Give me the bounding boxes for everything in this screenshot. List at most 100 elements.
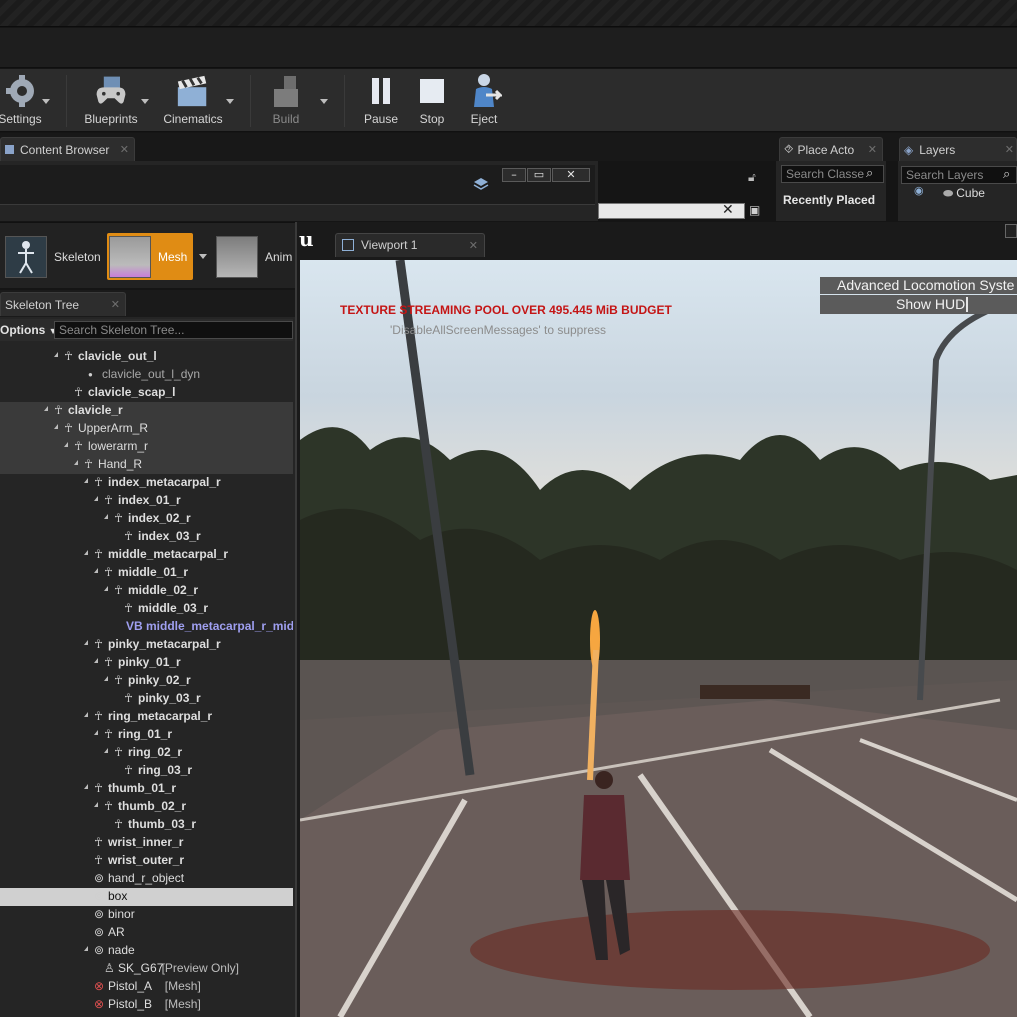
tree-row[interactable]: ⊚ box	[0, 888, 293, 906]
tree-row[interactable]: ● clavicle_out_l_dyn	[0, 366, 293, 384]
lock-icon[interactable]: 🔓︎	[748, 170, 756, 185]
expand-arrow-icon[interactable]	[94, 568, 98, 573]
tree-row[interactable]: ☥ ring_02_r	[0, 744, 293, 762]
tree-row[interactable]: ☥ middle_01_r	[0, 564, 293, 582]
tree-row[interactable]: ☥ UpperArm_R	[0, 420, 293, 438]
cube-layers-icon[interactable]	[473, 176, 489, 190]
tree-row[interactable]: ⊚ hand_r_object	[0, 870, 293, 888]
close-icon[interactable]: ✕	[111, 298, 120, 311]
tab-viewport[interactable]: Viewport 1 ✕	[335, 233, 485, 257]
tree-row[interactable]: ☥ Hand_R	[0, 456, 293, 474]
expand-arrow-icon[interactable]	[104, 514, 108, 519]
cinematics-dropdown-icon[interactable]	[226, 99, 234, 104]
tree-row[interactable]: ☥ clavicle_scap_l	[0, 384, 293, 402]
expand-arrow-icon[interactable]	[94, 658, 98, 663]
tree-row[interactable]: ⊚ binor	[0, 906, 293, 924]
tab-content-browser[interactable]: Content Browser ✕	[0, 137, 135, 161]
expand-arrow-icon[interactable]	[94, 496, 98, 501]
expand-arrow-icon[interactable]	[44, 406, 48, 411]
expand-arrow-icon[interactable]	[84, 478, 88, 483]
tree-row[interactable]: ☥ middle_02_r	[0, 582, 293, 600]
stop-button[interactable]: Stop	[410, 69, 454, 132]
clear-search-icon[interactable]: ✕	[722, 202, 734, 218]
tree-row[interactable]: ☥ index_01_r	[0, 492, 293, 510]
tab-skeleton-tree[interactable]: Skeleton Tree ✕	[0, 292, 126, 316]
expand-arrow-icon[interactable]	[54, 352, 58, 357]
show-hud-button[interactable]: Show HUD	[820, 295, 1017, 314]
tree-row[interactable]: ☥ pinky_metacarpal_r	[0, 636, 293, 654]
tree-row[interactable]: ☥ thumb_01_r	[0, 780, 293, 798]
pause-button[interactable]: Pause	[358, 69, 404, 132]
tree-row[interactable]: ☥ pinky_01_r	[0, 654, 293, 672]
animation-mode-button[interactable]: Anim	[214, 233, 298, 280]
tree-row[interactable]: ☥ ring_03_r	[0, 762, 293, 780]
tree-row[interactable]: ☥ ring_01_r	[0, 726, 293, 744]
game-viewport[interactable]: TEXTURE STREAMING POOL OVER 495.445 MiB …	[300, 260, 1017, 1017]
tree-row[interactable]: ☥ wrist_inner_r	[0, 834, 293, 852]
tree-row[interactable]: ☥ thumb_03_r	[0, 816, 293, 834]
expand-arrow-icon[interactable]	[74, 460, 78, 465]
close-icon[interactable]: ✕	[469, 239, 478, 252]
tree-row[interactable]: ☥ wrist_outer_r	[0, 852, 293, 870]
tree-row[interactable]: ⊚ AR	[0, 924, 293, 942]
expand-arrow-icon[interactable]	[104, 748, 108, 753]
options-dropdown[interactable]: Options ▼	[0, 323, 58, 337]
tab-place-actors[interactable]: ⯑ Place Acto ✕	[779, 137, 883, 161]
close-icon[interactable]: ✕	[120, 143, 129, 156]
maximize-button[interactable]: ▭	[527, 168, 551, 182]
park-scene	[300, 260, 1017, 1017]
close-icon[interactable]: ✕	[868, 143, 877, 156]
eye-visibility-icon[interactable]: ◉	[914, 184, 924, 197]
save-icon[interactable]: ▣	[749, 203, 760, 217]
expand-arrow-icon[interactable]	[94, 802, 98, 807]
tree-row[interactable]: ☥ index_metacarpal_r	[0, 474, 293, 492]
tree-row[interactable]: ☥ clavicle_out_l	[0, 348, 293, 366]
eject-button[interactable]: Eject	[462, 69, 506, 132]
expand-arrow-icon[interactable]	[104, 586, 108, 591]
tree-row[interactable]: VB middle_metacarpal_r_mid	[0, 618, 293, 636]
blueprints-button[interactable]: Blueprints	[80, 69, 142, 132]
tree-row[interactable]: ☥ index_02_r	[0, 510, 293, 528]
tree-row[interactable]: ☥ pinky_03_r	[0, 690, 293, 708]
tree-row[interactable]: ⊚ nade	[0, 942, 293, 960]
build-button[interactable]: Build	[260, 69, 312, 132]
tree-row[interactable]: ☥ middle_metacarpal_r	[0, 546, 293, 564]
tree-row[interactable]: ☥ middle_03_r	[0, 600, 293, 618]
tree-row[interactable]: ☥ index_03_r	[0, 528, 293, 546]
expand-arrow-icon[interactable]	[54, 424, 58, 429]
settings-button[interactable]: Settings	[0, 69, 46, 132]
skeleton-tree-search-input[interactable]: Search Skeleton Tree...	[54, 321, 293, 339]
expand-arrow-icon[interactable]	[64, 442, 68, 447]
close-window-button[interactable]: ✕	[552, 168, 590, 182]
recently-placed-category[interactable]: Recently Placed	[783, 193, 875, 207]
settings-dropdown-icon[interactable]	[42, 99, 50, 104]
layers-search-input[interactable]: Search Layers	[901, 166, 1017, 184]
tree-row-suffix: [Mesh]	[164, 997, 201, 1011]
expand-arrow-icon[interactable]	[84, 784, 88, 789]
tree-row[interactable]: ☥ thumb_02_r	[0, 798, 293, 816]
tree-row[interactable]: ⊗ Pistol_A [Mesh]	[0, 978, 293, 996]
tree-row[interactable]: ♙ SK_G67 [Preview Only]	[0, 960, 293, 978]
expand-arrow-icon[interactable]	[84, 550, 88, 555]
skeleton-mode-button[interactable]: Skeleton	[3, 233, 103, 280]
expand-arrow-icon[interactable]	[84, 946, 88, 951]
layer-item-cube[interactable]: ⬬ Cube	[943, 186, 985, 201]
tree-row[interactable]: ☥ lowerarm_r	[0, 438, 293, 456]
tab-layers[interactable]: ◈ Layers ✕	[899, 137, 1017, 161]
tree-row[interactable]: ☥ pinky_02_r	[0, 672, 293, 690]
tree-row[interactable]: ☥ ring_metacarpal_r	[0, 708, 293, 726]
viewport-minimize-button[interactable]	[1005, 224, 1017, 238]
mesh-dropdown-icon[interactable]	[199, 254, 207, 259]
blueprints-dropdown-icon[interactable]	[141, 99, 149, 104]
expand-arrow-icon[interactable]	[94, 730, 98, 735]
minimize-button[interactable]: –	[502, 168, 526, 182]
expand-arrow-icon[interactable]	[84, 640, 88, 645]
mesh-mode-button[interactable]: Mesh	[107, 233, 193, 280]
tree-row[interactable]: ⊗ Pistol_B [Mesh]	[0, 996, 293, 1014]
build-dropdown-icon[interactable]	[320, 99, 328, 104]
expand-arrow-icon[interactable]	[84, 712, 88, 717]
cinematics-button[interactable]: Cinematics	[160, 69, 226, 132]
expand-arrow-icon[interactable]	[104, 676, 108, 681]
close-icon[interactable]: ✕	[1005, 143, 1014, 156]
tree-row[interactable]: ☥ clavicle_r	[0, 402, 293, 420]
